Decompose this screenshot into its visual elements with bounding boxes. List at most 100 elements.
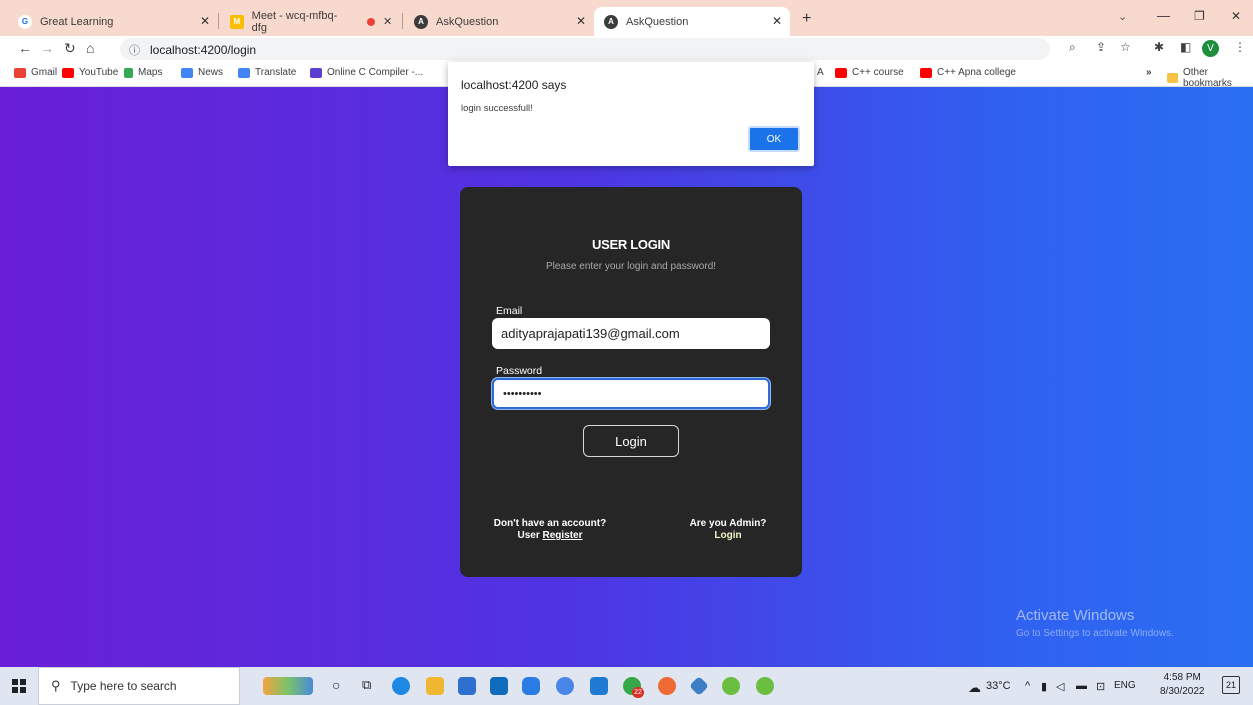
cortana-icon[interactable]: ○	[332, 677, 340, 693]
tab-title: Great Learning	[40, 15, 114, 28]
vscode-icon[interactable]	[590, 677, 608, 695]
maximize-icon[interactable]: ❐	[1194, 9, 1205, 23]
network-icon[interactable]: ▬	[1076, 680, 1087, 692]
usb-icon[interactable]: ▮	[1041, 680, 1047, 693]
activate-windows-subtitle: Go to Settings to activate Windows.	[1016, 628, 1174, 639]
admin-section: Are you Admin? Login	[673, 518, 783, 542]
admin-prompt: Are you Admin?	[689, 518, 767, 529]
tab-recording[interactable]: ✕	[357, 7, 402, 36]
recording-icon	[367, 17, 375, 26]
admin-login-link[interactable]: Login	[714, 530, 741, 541]
login-subtitle: Please enter your login and password!	[545, 261, 717, 272]
clock-date: 8/30/2022	[1160, 686, 1205, 697]
bookmark-cpp-course[interactable]: C++ course	[835, 67, 904, 78]
search-highlight-icon[interactable]	[263, 677, 313, 695]
keyboard-icon[interactable]: ⊡	[1096, 680, 1105, 693]
tab-askquestion-active[interactable]: A AskQuestion ✕	[594, 7, 790, 36]
password-label: Password	[496, 365, 543, 377]
spring-tool-icon[interactable]	[756, 677, 774, 695]
email-label: Email	[496, 305, 523, 317]
weather-icon[interactable]: ☁	[968, 680, 981, 696]
tab-title: Meet - wcq-mfbq-dfg	[251, 9, 338, 34]
menu-icon[interactable]: ⋮	[1234, 40, 1246, 54]
address-bar[interactable]	[120, 38, 1050, 60]
notifications-icon[interactable]: 21	[1222, 676, 1240, 694]
register-prefix: User	[517, 530, 540, 541]
edge-icon[interactable]	[392, 677, 410, 695]
page-background: USER LOGIN Please enter your login and p…	[0, 87, 1253, 667]
close-tab-icon[interactable]: ✕	[200, 14, 210, 28]
forward-icon[interactable]: →	[40, 40, 54, 56]
bookmark-youtube[interactable]: YouTube	[62, 67, 118, 78]
windows-start-icon[interactable]	[12, 679, 26, 693]
angular-icon: A	[604, 14, 618, 29]
tab-strip: G Great Learning ✕ M Meet - wcq-mfbq-dfg…	[0, 0, 1253, 36]
mail-icon[interactable]	[490, 677, 508, 695]
bookmark-star-icon[interactable]: ☆	[1120, 40, 1131, 54]
meet-icon: M	[230, 14, 244, 29]
weather-temp[interactable]: 33°C	[986, 680, 1011, 692]
bookmark-a[interactable]: A	[817, 67, 824, 78]
bookmarks-overflow[interactable]: »	[1146, 67, 1152, 78]
chevron-up-icon[interactable]: ^	[1025, 680, 1030, 692]
register-section: Don't have an account? User Register	[490, 518, 610, 542]
tab-great-learning[interactable]: G Great Learning ✕	[8, 7, 218, 36]
tab-meet[interactable]: M Meet - wcq-mfbq-dfg	[220, 7, 350, 36]
back-icon[interactable]: ←	[18, 40, 32, 56]
url-text[interactable]: localhost:4200/login	[150, 43, 256, 57]
alert-title: localhost:4200 says	[461, 78, 567, 92]
activate-windows-title: Activate Windows	[1016, 607, 1135, 624]
alert-message: login successfull!	[461, 103, 533, 114]
notification-badge: 22	[632, 687, 644, 698]
bookmark-news[interactable]: News	[181, 67, 223, 78]
info-icon[interactable]: ⓘ	[129, 42, 140, 58]
tab-askquestion[interactable]: A AskQuestion ✕	[404, 7, 594, 36]
tab-title: AskQuestion	[436, 15, 499, 28]
bookmark-maps[interactable]: Maps	[124, 67, 162, 78]
spring-icon[interactable]	[722, 677, 740, 695]
store-icon[interactable]	[458, 677, 476, 695]
close-tab-icon[interactable]: ✕	[383, 15, 392, 28]
postman-icon[interactable]	[658, 677, 676, 695]
bookmark-gmail[interactable]: Gmail	[14, 67, 57, 78]
new-tab-button[interactable]: +	[802, 10, 811, 28]
register-link[interactable]: Register	[543, 530, 583, 541]
side-panel-icon[interactable]: ◧	[1180, 40, 1191, 54]
file-explorer-icon[interactable]	[426, 677, 444, 695]
password-field[interactable]: ••••••••••	[492, 378, 770, 409]
close-window-icon[interactable]: ✕	[1231, 9, 1241, 23]
reload-icon[interactable]: ↻	[64, 40, 76, 57]
other-bookmarks[interactable]: Other bookmarks	[1167, 67, 1253, 89]
tab-separator	[402, 13, 403, 29]
teams-icon[interactable]	[522, 677, 540, 695]
task-view-icon[interactable]: ⧉	[362, 677, 371, 693]
login-card: USER LOGIN Please enter your login and p…	[460, 187, 802, 577]
alert-dialog: localhost:4200 says login successfull! O…	[448, 62, 814, 166]
language-indicator[interactable]: ENG	[1114, 680, 1136, 691]
email-field[interactable]: adityaprajapati139@gmail.com	[492, 318, 770, 349]
profile-avatar[interactable]: V	[1202, 40, 1219, 57]
bookmark-online-c-compiler[interactable]: Online C Compiler -...	[310, 67, 423, 78]
bookmark-cpp-apna[interactable]: C++ Apna college	[920, 67, 1016, 78]
login-button[interactable]: Login	[583, 425, 679, 457]
taskbar-search-placeholder: Type here to search	[70, 679, 177, 693]
share-icon[interactable]: ⇪	[1096, 40, 1106, 54]
extensions-icon[interactable]: ✱	[1154, 40, 1164, 54]
volume-icon[interactable]: ◁	[1056, 680, 1064, 693]
chrome-icon[interactable]	[556, 677, 574, 695]
zoom-icon[interactable]: ⌕	[1069, 40, 1076, 55]
alert-ok-button[interactable]: OK	[748, 126, 800, 152]
minimize-icon[interactable]: —	[1157, 8, 1170, 23]
home-icon[interactable]: ⌂	[86, 40, 94, 56]
close-tab-icon[interactable]: ✕	[772, 14, 782, 28]
register-prompt: Don't have an account?	[493, 518, 607, 529]
tab-search-icon[interactable]: ⌄	[1118, 10, 1127, 23]
taskbar-search-box[interactable]: ⚲ Type here to search	[38, 667, 240, 705]
bookmark-translate[interactable]: Translate	[238, 67, 296, 78]
clock-time: 4:58 PM	[1163, 672, 1201, 683]
angular-icon: A	[414, 14, 428, 29]
login-title: USER LOGIN	[592, 237, 670, 252]
clock[interactable]: 4:58 PM 8/30/2022	[1160, 671, 1205, 699]
search-icon: ⚲	[51, 678, 61, 693]
close-tab-icon[interactable]: ✕	[576, 14, 586, 28]
